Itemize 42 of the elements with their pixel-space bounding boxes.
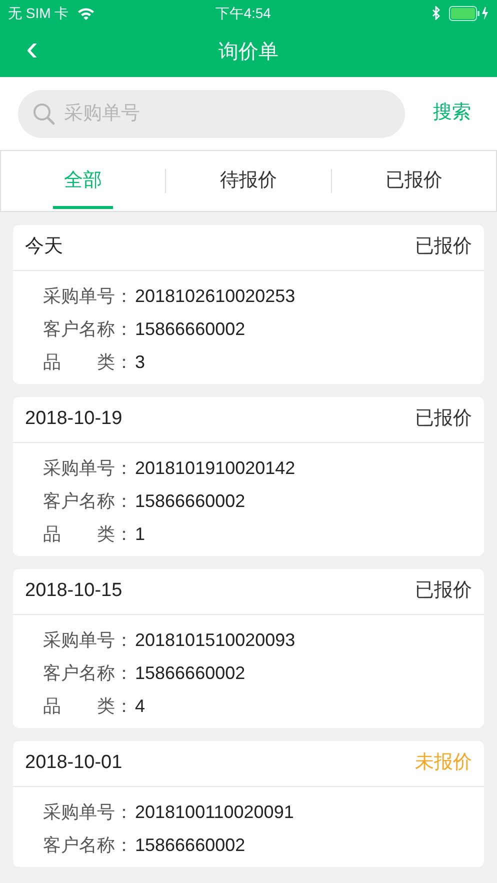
order-card[interactable]: 2018-10-19 已报价 采购单号：2018101910020142 客户名称：15866660002 品 类：1 [13,397,484,556]
field-label: 客户名称： [43,490,134,513]
field-label: 采购单号： [43,285,134,308]
field-value: 15866660002 [135,490,246,513]
clock-text: 下午4:54 [214,4,272,22]
order-card[interactable]: 今天 已报价 采购单号：2018102610020253 客户名称：15866660002 品 类：3 [13,225,484,384]
order-date: 今天 [25,235,63,260]
bluetooth-icon [432,6,441,20]
field-label: 采购单号： [43,801,134,824]
order-status: 已报价 [415,235,472,260]
carrier-text: 无 SIM 卡 [8,4,69,22]
page-title: 询价单 [218,40,278,64]
field-label: 采购单号： [43,629,134,652]
wifi-icon [76,6,95,20]
order-date: 2018-10-15 [25,579,122,604]
order-date: 2018-10-01 [25,751,122,776]
tab[interactable]: 已报价 [332,151,496,211]
field-value: 1 [135,523,146,546]
field-value: 15866660002 [135,834,246,857]
field-value: 2018101910020142 [135,457,296,480]
battery-icon [449,6,489,20]
order-card[interactable]: 2018-10-01 未报价 采购单号：2018100110020091 客户名称：15866660002 [13,741,484,867]
order-status: 已报价 [415,579,472,604]
field-label: 品 类： [43,351,134,374]
field-label: 采购单号： [43,457,134,480]
field-value: 2018102610020253 [135,285,296,308]
field-label: 品 类： [43,523,134,546]
field-label: 客户名称： [43,318,134,341]
order-status: 已报价 [415,407,472,432]
field-label: 品 类： [43,695,134,718]
field-label: 客户名称： [43,662,134,685]
order-date: 2018-10-19 [25,407,122,432]
field-value: 15866660002 [135,318,246,341]
field-value: 3 [135,351,146,374]
field-value: 15866660002 [135,662,246,685]
order-status: 未报价 [415,751,472,776]
field-label: 客户名称： [43,834,134,857]
field-value: 2018101510020093 [135,629,296,652]
order-card[interactable]: 2018-10-15 已报价 采购单号：2018101510020093 客户名称：15866660002 品 类：4 [13,569,484,728]
field-value: 4 [135,695,146,718]
field-value: 2018100110020091 [135,801,294,824]
tab[interactable]: 待报价 [166,151,331,211]
